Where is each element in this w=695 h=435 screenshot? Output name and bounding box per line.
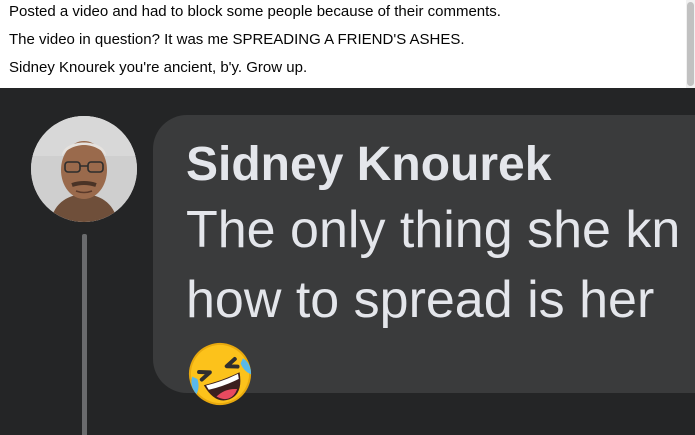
post-text: Posted a video and had to block some peo…	[0, 0, 686, 88]
thread-line	[82, 234, 87, 435]
scrollbar[interactable]	[686, 0, 695, 88]
avatar-image	[31, 116, 137, 222]
comment-text-line: how to spread is her	[186, 271, 655, 329]
post-line: Sidney Knourek you're ancient, b'y. Grow…	[9, 59, 308, 76]
rolling-on-the-floor-laughing-icon	[189, 343, 252, 405]
comment-text-line: The only thing she kn	[186, 201, 681, 259]
comment-screenshot: Sidney Knourek The only thing she kn how…	[0, 88, 695, 435]
page: Posted a video and had to block some peo…	[0, 0, 695, 435]
post-line: Posted a video and had to block some peo…	[9, 3, 501, 20]
comment-author[interactable]: Sidney Knourek	[186, 137, 551, 193]
post-line: The video in question? It was me SPREADI…	[9, 31, 465, 48]
comment-bubble: Sidney Knourek The only thing she kn how…	[153, 115, 695, 405]
scrollbar-thumb[interactable]	[687, 2, 694, 86]
avatar[interactable]	[31, 116, 137, 222]
